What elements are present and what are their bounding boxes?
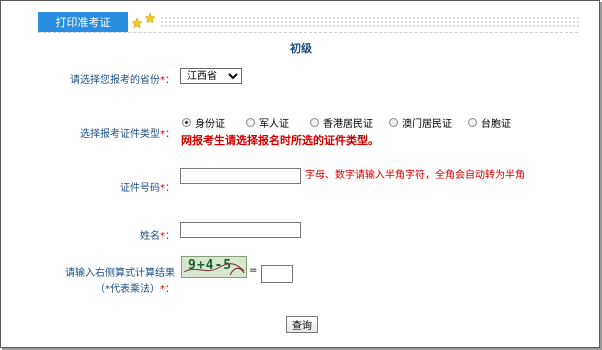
radio-hongkong-resident[interactable]: 香港居民证 bbox=[310, 115, 373, 130]
radio-label: 澳门居民证 bbox=[402, 119, 452, 130]
captcha-label-line1: 请输入右侧算式计算结果 bbox=[65, 268, 175, 279]
radio-label: 台胞证 bbox=[481, 119, 511, 130]
star-icon bbox=[131, 17, 143, 29]
name-input[interactable] bbox=[180, 222, 301, 238]
radio-label: 身份证 bbox=[195, 119, 225, 130]
id-type-warning: 网报考生请选择报名时所选的证件类型。 bbox=[181, 134, 379, 147]
captcha-label-2: （*代表乘法）*： bbox=[95, 280, 175, 295]
captcha-label: 请输入右侧算式计算结果 bbox=[65, 264, 175, 279]
radio-id-card[interactable]: 身份证 bbox=[182, 115, 225, 130]
colon: ： bbox=[165, 284, 175, 295]
radio-military-card[interactable]: 军人证 bbox=[246, 115, 289, 130]
captcha-expression: 9+4-5 bbox=[188, 258, 233, 273]
query-button[interactable]: 查询 bbox=[286, 316, 318, 333]
id-number-input[interactable] bbox=[180, 168, 301, 184]
province-label-text: 请选择您报考的省份 bbox=[70, 75, 160, 86]
radio-unchecked-icon[interactable] bbox=[246, 118, 255, 127]
id-number-hint-line1: 字母、数字请输入半角字符，全角会自动转为半角 bbox=[305, 168, 550, 184]
id-number-hint: 字母、数字请输入半角字符，全角会自动转为半角 bbox=[305, 170, 525, 181]
name-label-text: 姓名 bbox=[140, 231, 160, 242]
colon: ： bbox=[165, 231, 175, 242]
equals-sign: = bbox=[249, 265, 258, 276]
radio-unchecked-icon[interactable] bbox=[468, 118, 477, 127]
radio-unchecked-icon[interactable] bbox=[389, 118, 398, 127]
star-icon bbox=[144, 12, 156, 24]
colon: ： bbox=[165, 75, 175, 86]
name-label: 姓名*： bbox=[140, 227, 175, 242]
captcha-label-line2: （*代表乘法） bbox=[95, 284, 160, 295]
tab-bar-dots bbox=[160, 16, 580, 28]
id-type-label: 选择报考证件类型*： bbox=[80, 125, 175, 140]
captcha-answer-input[interactable] bbox=[261, 265, 293, 283]
radio-checked-icon[interactable] bbox=[182, 118, 191, 127]
captcha-image[interactable]: 9+4-5 bbox=[181, 256, 247, 278]
colon: ： bbox=[165, 183, 175, 194]
radio-label: 香港居民证 bbox=[323, 119, 373, 130]
province-label: 请选择您报考的省份*： bbox=[70, 71, 175, 86]
radio-unchecked-icon[interactable] bbox=[310, 118, 319, 127]
radio-label: 军人证 bbox=[259, 119, 289, 130]
tab-print-admission-ticket[interactable]: 打印准考证 bbox=[38, 12, 128, 32]
id-number-label: 证件号码*： bbox=[120, 179, 175, 194]
radio-taiwan-compatriot[interactable]: 台胞证 bbox=[468, 115, 511, 130]
page-title: 初级 bbox=[290, 42, 312, 55]
id-number-label-text: 证件号码 bbox=[120, 183, 160, 194]
colon: ： bbox=[165, 129, 175, 140]
province-select[interactable]: 江西省 bbox=[180, 68, 242, 84]
id-type-label-text: 选择报考证件类型 bbox=[80, 129, 160, 140]
radio-macau-resident[interactable]: 澳门居民证 bbox=[389, 115, 452, 130]
